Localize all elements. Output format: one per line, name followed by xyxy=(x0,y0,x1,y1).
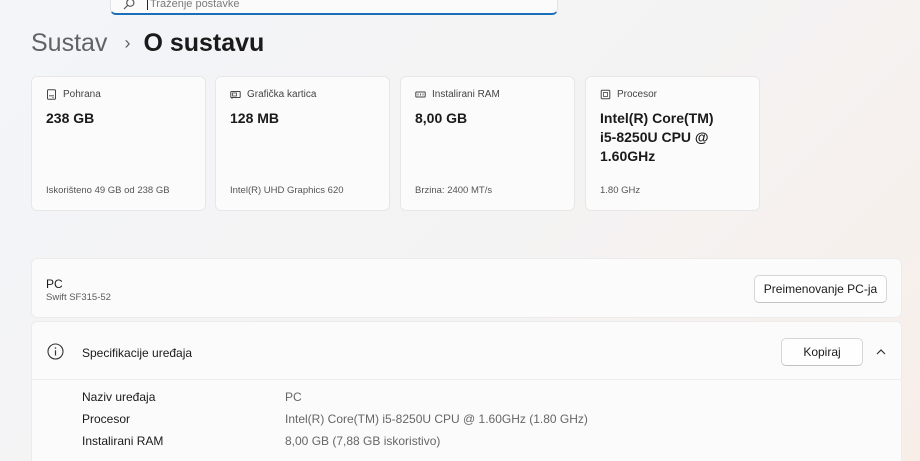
card-header: Instalirani RAM xyxy=(415,89,560,100)
search-icon xyxy=(123,0,135,10)
card-value: 8,00 GB xyxy=(415,110,468,126)
card-title: Grafička kartica xyxy=(247,89,317,100)
card-subtext: Iskorišteno 49 GB od 238 GB xyxy=(46,185,170,196)
card-subtext: 1.80 GHz xyxy=(600,185,641,196)
spec-label: Procesor xyxy=(82,412,131,426)
card-value: 238 GB xyxy=(46,110,95,126)
spec-header[interactable]: Specifikacije uređaja Kopiraj xyxy=(32,322,901,380)
card-subtext: Intel(R) UHD Graphics 620 xyxy=(230,185,344,196)
card-subtext: Brzina: 2400 MT/s xyxy=(415,185,493,196)
card-title: Pohrana xyxy=(63,89,101,100)
card-value: Intel(R) Core(TM) i5-8250U CPU @ 1.60GHz xyxy=(600,110,714,164)
spec-label: Naziv uređaja xyxy=(82,390,156,404)
spec-value: 8,00 GB (7,88 GB iskoristivo) xyxy=(285,434,441,448)
storage-icon xyxy=(47,89,56,100)
spec-label: Instalirani RAM xyxy=(82,434,164,448)
spec-row: Procesor Intel(R) Core(TM) i5-8250U CPU … xyxy=(82,412,588,426)
storage-card[interactable]: Pohrana 238 GB Iskorišteno 49 GB od 238 … xyxy=(31,76,206,211)
spec-value: PC xyxy=(285,390,302,404)
graphics-card-icon xyxy=(230,91,241,99)
spec-row: Instalirani RAM 8,00 GB (7,88 GB iskoris… xyxy=(82,434,440,448)
pc-model: Swift SF315-52 xyxy=(46,292,111,303)
spec-value: Intel(R) Core(TM) i5-8250U CPU @ 1.60GHz… xyxy=(285,412,588,426)
ram-icon xyxy=(415,91,426,98)
info-icon xyxy=(47,343,64,360)
card-title: Instalirani RAM xyxy=(432,89,500,100)
chevron-up-icon[interactable] xyxy=(875,346,887,358)
rename-pc-button[interactable]: Preimenovanje PC-ja xyxy=(754,275,887,303)
pc-name: PC xyxy=(46,277,63,291)
spec-title: Specifikacije uređaja xyxy=(82,346,193,360)
pc-name-row: PC Swift SF315-52 Preimenovanje PC-ja xyxy=(31,258,902,318)
search-box[interactable] xyxy=(110,0,558,15)
page-title: O sustavu xyxy=(143,29,265,57)
card-title: Procesor xyxy=(617,89,658,100)
ram-card[interactable]: Instalirani RAM 8,00 GB Brzina: 2400 MT/… xyxy=(400,76,575,211)
search-input[interactable] xyxy=(150,0,450,10)
processor-card[interactable]: Procesor Intel(R) Core(TM) i5-8250U CPU … xyxy=(585,76,760,211)
device-specifications-panel: Specifikacije uređaja Kopiraj Naziv uređ… xyxy=(31,321,902,461)
graphics-card-card[interactable]: Grafička kartica 128 MB Intel(R) UHD Gra… xyxy=(215,76,390,211)
chevron-right-icon: › xyxy=(124,33,131,53)
breadcrumb-parent-link[interactable]: Sustav xyxy=(31,29,107,58)
copy-button[interactable]: Kopiraj xyxy=(781,338,863,366)
text-caret xyxy=(147,0,148,10)
spec-row: Naziv uređaja PC xyxy=(82,390,302,404)
processor-icon xyxy=(600,89,611,100)
card-header: Procesor xyxy=(600,89,745,100)
card-header: Pohrana xyxy=(46,89,191,100)
card-header: Grafička kartica xyxy=(230,89,375,100)
card-value: 128 MB xyxy=(230,110,280,126)
breadcrumb: Sustav › O sustavu xyxy=(31,29,264,58)
